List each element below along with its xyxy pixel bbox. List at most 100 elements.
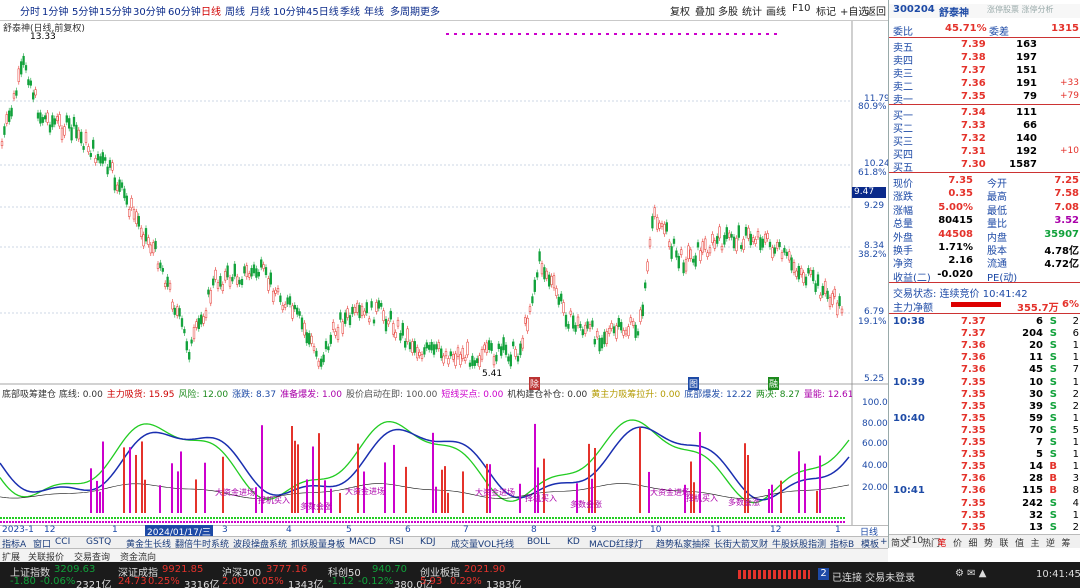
indicator-tab-9[interactable]: RSI xyxy=(389,537,404,547)
candle-body xyxy=(495,354,498,362)
candle-body xyxy=(260,259,263,268)
candle-body xyxy=(752,237,755,243)
candle-body xyxy=(740,245,743,249)
toolbar-button-7[interactable]: +自选 xyxy=(840,3,868,18)
candle-body xyxy=(358,305,361,319)
indicator-bar xyxy=(690,461,692,513)
indicator-bar xyxy=(297,444,299,513)
candle-body xyxy=(353,306,356,313)
indicator-legend-item: 量能: 12.61 xyxy=(803,390,852,399)
period-tab-3[interactable]: 15分钟 xyxy=(99,3,132,18)
candle-body xyxy=(696,242,700,248)
indicator-tab-8[interactable]: MACD xyxy=(349,537,376,547)
tick-row: 10:38 7.37 6 S 2 xyxy=(893,316,1079,327)
cursor-price-tag: 9.47 xyxy=(852,187,886,198)
indicator-tab-2[interactable]: CCI xyxy=(55,537,70,547)
right-tab-5[interactable]: 细 xyxy=(969,536,978,549)
candle-body xyxy=(624,329,628,335)
candle-body xyxy=(497,343,500,349)
candle-body xyxy=(814,283,817,292)
indicator-bar xyxy=(177,471,179,513)
candle-body xyxy=(82,146,85,150)
kline-chart-area[interactable]: 舒泰神(日线,前复权) 13.33 5.41 9.47 11.79 10.24 9.… xyxy=(0,21,890,525)
toolbar-button-0[interactable]: 复权 xyxy=(670,3,690,18)
kline-chart[interactable] xyxy=(0,21,888,525)
indicator-tab-3[interactable]: GSTQ xyxy=(86,537,111,547)
indicator-tab-12[interactable]: BOLL xyxy=(527,537,550,547)
candle-body xyxy=(10,107,13,117)
candle-body xyxy=(207,289,210,295)
indicator-tab-13[interactable]: KD xyxy=(567,537,580,547)
right-tab-3[interactable]: 笔 xyxy=(938,536,947,549)
candle-body xyxy=(682,262,685,274)
candle-body xyxy=(603,331,606,345)
right-tab-6[interactable]: 势 xyxy=(984,536,993,549)
candle-body xyxy=(514,348,517,357)
indicator-bar xyxy=(405,466,407,513)
period-tab-10[interactable]: 45日线 xyxy=(306,3,339,18)
right-tab-9[interactable]: 主 xyxy=(1031,536,1040,549)
main-flow-row: 主力净额 355.7万 6% xyxy=(893,299,1079,314)
candle-body xyxy=(22,55,25,65)
right-tab-11[interactable]: 筹 xyxy=(1062,536,1071,549)
toolbar-button-6[interactable]: 标记 xyxy=(816,3,836,18)
period-tab-7[interactable]: 周线 xyxy=(225,3,245,18)
candle-body xyxy=(161,268,164,272)
toolbar-button-3[interactable]: 统计 xyxy=(742,3,762,18)
index-amount: 1343亿 xyxy=(288,580,324,588)
period-tab-9[interactable]: 10分钟 xyxy=(273,3,306,18)
period-tab-0[interactable]: 分时 xyxy=(20,3,40,18)
candle-body xyxy=(171,301,174,310)
stat-row: 外盘 44508 内盘 35907 xyxy=(893,228,1079,244)
candle-body xyxy=(694,255,697,267)
toolbar-button-8[interactable]: 返回 xyxy=(866,3,886,18)
indicator-bar xyxy=(99,491,101,513)
candle-body xyxy=(219,276,222,287)
candle-body xyxy=(819,294,822,299)
toolbar-button-5[interactable]: F10 xyxy=(792,3,810,14)
candle-body xyxy=(5,114,8,124)
period-tab-13[interactable]: 多周期 xyxy=(390,3,420,18)
candle-body xyxy=(51,115,54,128)
candle-body xyxy=(430,341,433,351)
candle-body xyxy=(622,330,625,336)
toolbar-button-1[interactable]: 叠加 xyxy=(695,3,715,18)
right-tab-8[interactable]: 值 xyxy=(1015,536,1024,549)
bids-row: 买一 7.34 111 xyxy=(893,107,1037,122)
candle-body xyxy=(94,158,97,163)
candle-body xyxy=(449,351,452,357)
period-tab-4[interactable]: 30分钟 xyxy=(133,3,166,18)
period-tab-1[interactable]: 1分钟 xyxy=(42,3,68,18)
period-tab-14[interactable]: 更多 xyxy=(420,3,440,18)
bids-change: +10 xyxy=(1060,146,1079,156)
candle-body xyxy=(809,269,812,275)
candle-body xyxy=(0,141,4,146)
candle-body xyxy=(785,251,788,256)
status-icons[interactable]: ⚙ ✉ ▲ xyxy=(955,568,986,579)
candle-body xyxy=(531,296,534,304)
indicator-tab-20[interactable]: + xyxy=(880,537,888,547)
candle-body xyxy=(341,321,344,334)
right-tab-7[interactable]: 联 xyxy=(1000,536,1009,549)
period-tab-8[interactable]: 月线 xyxy=(250,3,270,18)
period-tab-12[interactable]: 年线 xyxy=(364,3,384,18)
toolbar-button-4[interactable]: 画线 xyxy=(766,3,786,18)
right-tab-4[interactable]: 价 xyxy=(953,536,962,549)
right-tab-1[interactable]: F10 xyxy=(907,536,924,546)
candle-body xyxy=(524,317,527,324)
right-tab-10[interactable]: 逆 xyxy=(1046,536,1055,549)
period-tab-5[interactable]: 60分钟 xyxy=(168,3,201,18)
index-change: 24.73 xyxy=(118,576,147,587)
period-tab-11[interactable]: 季线 xyxy=(340,3,360,18)
candle-body xyxy=(44,115,47,120)
candle-body xyxy=(838,296,841,307)
candle-body xyxy=(101,152,104,164)
period-tab-2[interactable]: 5分钟 xyxy=(72,3,98,18)
indicator-tab-10[interactable]: KDJ xyxy=(420,537,436,547)
candle-body xyxy=(245,265,248,277)
candle-body xyxy=(166,276,169,287)
main-flow-value: 355.7万 xyxy=(1017,303,1059,314)
toolbar-button-2[interactable]: 多股 xyxy=(718,3,738,18)
period-tab-6[interactable]: 日线 xyxy=(201,3,221,18)
candle-body xyxy=(87,146,90,153)
